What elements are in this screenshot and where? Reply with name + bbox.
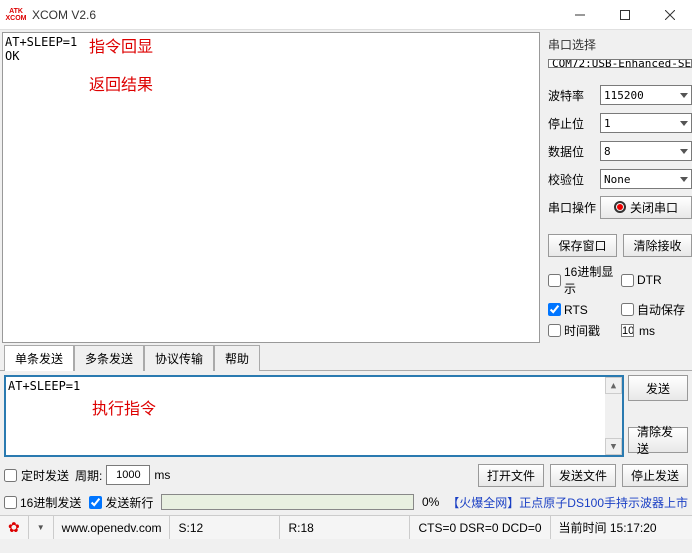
progress-percent: 0%: [422, 495, 439, 509]
baud-label: 波特率: [548, 87, 596, 104]
settings-icon[interactable]: ✿: [0, 516, 29, 539]
close-button[interactable]: [647, 0, 692, 30]
stop-select[interactable]: 1: [600, 113, 692, 133]
timed-send-check[interactable]: 定时发送: [4, 467, 69, 484]
annotation-exec: 执行指令: [92, 395, 156, 419]
rts-check[interactable]: RTS: [548, 301, 619, 318]
data-select[interactable]: 8: [600, 141, 692, 161]
open-file-button[interactable]: 打开文件: [478, 464, 544, 487]
scroll-up-icon[interactable]: ▲: [605, 377, 622, 394]
stop-send-button[interactable]: 停止发送: [622, 464, 688, 487]
scroll-down-icon[interactable]: ▼: [605, 438, 622, 455]
period-input[interactable]: [106, 465, 150, 485]
op-label: 串口操作: [548, 199, 596, 216]
stop-label: 停止位: [548, 115, 596, 132]
serial-group-title: 串口选择: [548, 36, 692, 53]
autosave-check[interactable]: 自动保存: [621, 301, 692, 318]
send-input[interactable]: AT+SLEEP=1 执行指令 ▲ ▼: [4, 375, 624, 457]
status-sent: S:12: [170, 516, 280, 539]
parity-label: 校验位: [548, 171, 596, 188]
output-line: AT+SLEEP=1: [5, 35, 537, 49]
minimize-button[interactable]: [557, 0, 602, 30]
save-window-button[interactable]: 保存窗口: [548, 234, 617, 257]
parity-select[interactable]: None: [600, 169, 692, 189]
period-label: 周期:: [75, 467, 102, 484]
data-label: 数据位: [548, 143, 596, 160]
annotation-result: 返回结果: [89, 71, 153, 95]
output-line: OK: [5, 49, 537, 63]
status-url[interactable]: www.openedv.com: [54, 516, 171, 539]
ad-link[interactable]: 【火爆全网】正点原子DS100手持示波器上市: [447, 494, 688, 511]
timestamp-interval[interactable]: [621, 324, 634, 337]
clear-receive-button[interactable]: 清除接收: [623, 234, 692, 257]
status-lines: CTS=0 DSR=0 DCD=0: [410, 516, 550, 539]
tab-single-send[interactable]: 单条发送: [4, 345, 74, 371]
send-scrollbar[interactable]: ▲ ▼: [605, 377, 622, 455]
status-bar: ✿ ▼ www.openedv.com S:12 R:18 CTS=0 DSR=…: [0, 515, 692, 539]
window-title: XCOM V2.6: [32, 8, 557, 22]
send-text: AT+SLEEP=1: [8, 379, 80, 393]
send-file-button[interactable]: 发送文件: [550, 464, 616, 487]
record-icon: [614, 201, 626, 213]
hex-send-check[interactable]: 16进制发送: [4, 494, 81, 511]
tab-help[interactable]: 帮助: [214, 345, 260, 371]
timestamp-check[interactable]: 时间戳: [548, 322, 619, 339]
annotation-echo: 指令回显: [89, 33, 153, 57]
clear-send-button[interactable]: 清除发送: [628, 427, 688, 453]
baud-select[interactable]: 115200: [600, 85, 692, 105]
port-select[interactable]: COM72:USB-Enhanced-SE: [548, 59, 692, 68]
newline-check[interactable]: 发送新行: [89, 494, 153, 511]
status-time: 当前时间 15:17:20: [551, 516, 692, 539]
progress-bar: [161, 494, 414, 510]
tab-protocol[interactable]: 协议传输: [144, 345, 214, 371]
send-tabs: 单条发送 多条发送 协议传输 帮助: [0, 347, 692, 371]
serial-panel: 串口选择 COM72:USB-Enhanced-SE 波特率115200 停止位…: [540, 30, 692, 345]
hex-display-check[interactable]: 16进制显示: [548, 263, 619, 297]
settings-dropdown-icon[interactable]: ▼: [29, 516, 54, 539]
tab-multi-send[interactable]: 多条发送: [74, 345, 144, 371]
dtr-check[interactable]: DTR: [621, 263, 692, 297]
maximize-button[interactable]: [602, 0, 647, 30]
app-logo: ATKXCOM: [4, 3, 28, 27]
status-recv: R:18: [280, 516, 410, 539]
send-button[interactable]: 发送: [628, 375, 688, 401]
receive-output[interactable]: AT+SLEEP=1 OK 指令回显 返回结果: [2, 32, 540, 343]
toggle-port-button[interactable]: 关闭串口: [600, 196, 692, 219]
